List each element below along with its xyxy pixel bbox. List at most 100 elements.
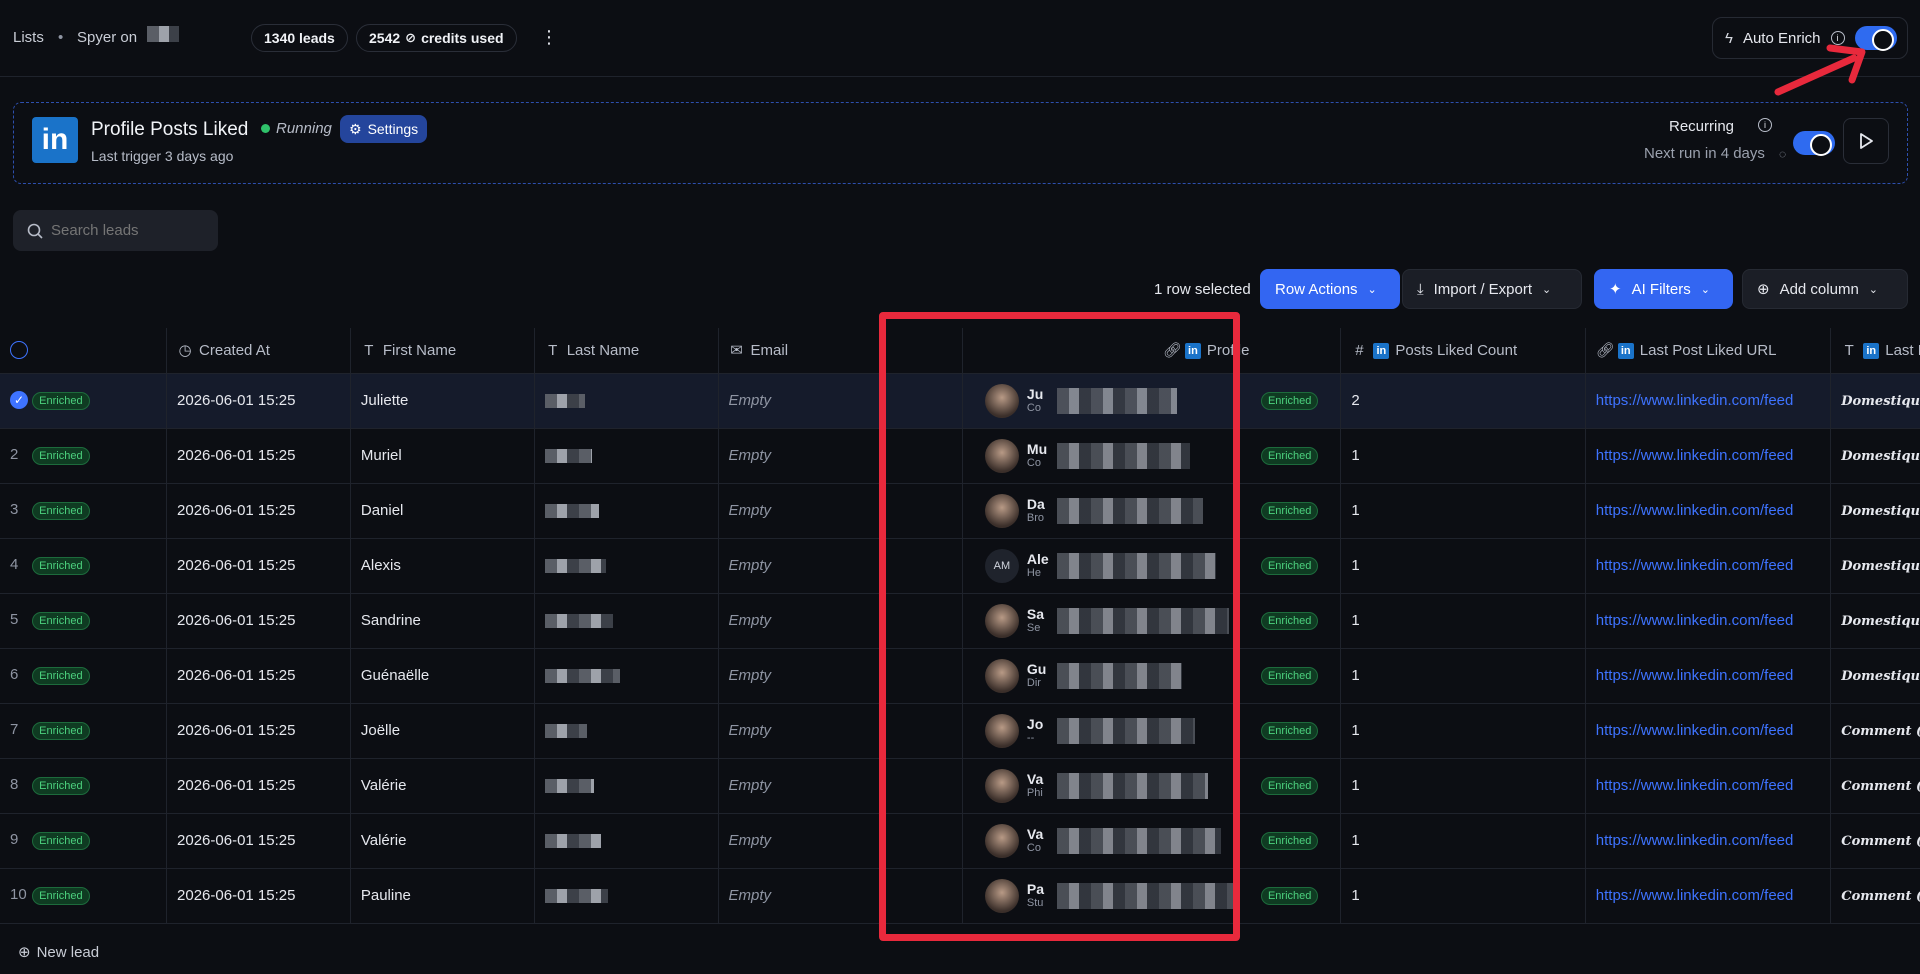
last-post-content-cell[interactable]: Comment (re) penser la...: [1830, 868, 1920, 924]
first-name-cell[interactable]: Sandrine: [350, 593, 535, 649]
last-name-cell[interactable]: [534, 593, 719, 649]
created-at-cell[interactable]: 2026-06-01 15:25: [166, 868, 351, 924]
last-name-cell[interactable]: [534, 373, 719, 429]
first-name-cell[interactable]: Guénaëlle: [350, 648, 535, 704]
import-export-button[interactable]: ⤓ Import / Export ⌄: [1402, 269, 1582, 309]
last-post-url-cell[interactable]: https://www.linkedin.com/feed: [1585, 483, 1832, 539]
col-last-name[interactable]: T Last Name: [534, 328, 719, 374]
last-post-url-cell[interactable]: https://www.linkedin.com/feed: [1585, 428, 1832, 484]
row-select-cell[interactable]: 5 Enriched: [0, 593, 168, 649]
search-box[interactable]: [13, 210, 218, 251]
last-name-cell[interactable]: [534, 538, 719, 594]
row-select-cell[interactable]: 10 Enriched: [0, 868, 168, 924]
posts-liked-count-cell[interactable]: 1: [1340, 428, 1586, 484]
post-link[interactable]: https://www.linkedin.com/feed: [1596, 557, 1794, 574]
last-post-content-cell[interactable]: Domestiquer ou subir l'Etat : le...: [1830, 648, 1920, 704]
first-name-cell[interactable]: Alexis: [350, 538, 535, 594]
post-link[interactable]: https://www.linkedin.com/feed: [1596, 722, 1794, 739]
row-select-cell[interactable]: 6 Enriched: [0, 648, 168, 704]
ai-filters-button[interactable]: ✦ AI Filters ⌄: [1594, 269, 1733, 309]
last-name-cell[interactable]: [534, 703, 719, 759]
last-post-content-cell[interactable]: Comment (re) penser la...: [1830, 758, 1920, 814]
last-post-url-cell[interactable]: https://www.linkedin.com/feed: [1585, 758, 1832, 814]
last-post-url-cell[interactable]: https://www.linkedin.com/feed: [1585, 538, 1832, 594]
last-post-url-cell[interactable]: https://www.linkedin.com/feed: [1585, 373, 1832, 429]
last-post-content-cell[interactable]: Domestiquer ou subir l'Etat : le...: [1830, 593, 1920, 649]
last-name-cell[interactable]: [534, 758, 719, 814]
created-at-cell[interactable]: 2026-06-01 15:25: [166, 648, 351, 704]
created-at-cell[interactable]: 2026-06-01 15:25: [166, 593, 351, 649]
recurring-toggle[interactable]: [1793, 131, 1835, 156]
row-select-cell[interactable]: 2 Enriched: [0, 428, 168, 484]
posts-liked-count-cell[interactable]: 1: [1340, 483, 1586, 539]
more-menu-icon[interactable]: ⋮: [540, 26, 558, 50]
last-post-url-cell[interactable]: https://www.linkedin.com/feed: [1585, 593, 1832, 649]
row-actions-button[interactable]: Row Actions ⌄: [1260, 269, 1400, 309]
first-name-cell[interactable]: Muriel: [350, 428, 535, 484]
posts-liked-count-cell[interactable]: 1: [1340, 868, 1586, 924]
last-post-content-cell[interactable]: Comment (re) penser la...: [1830, 813, 1920, 869]
last-post-url-cell[interactable]: https://www.linkedin.com/feed: [1585, 868, 1832, 924]
post-link[interactable]: https://www.linkedin.com/feed: [1596, 392, 1794, 409]
search-input[interactable]: [51, 222, 201, 239]
posts-liked-count-cell[interactable]: 1: [1340, 758, 1586, 814]
col-posts-liked[interactable]: # in Posts Liked Count: [1340, 328, 1586, 374]
posts-liked-count-cell[interactable]: 2: [1340, 373, 1586, 429]
post-link[interactable]: https://www.linkedin.com/feed: [1596, 447, 1794, 464]
col-last-url[interactable]: 🔗︎ in Last Post Liked URL: [1585, 328, 1832, 374]
col-created-at[interactable]: ◷ Created At: [166, 328, 351, 374]
breadcrumb-lists[interactable]: Lists: [13, 29, 44, 46]
last-post-url-cell[interactable]: https://www.linkedin.com/feed: [1585, 813, 1832, 869]
last-name-cell[interactable]: [534, 483, 719, 539]
last-post-url-cell[interactable]: https://www.linkedin.com/feed: [1585, 703, 1832, 759]
recurring-info-icon[interactable]: i: [1758, 118, 1772, 132]
posts-liked-count-cell[interactable]: 1: [1340, 593, 1586, 649]
row-select-cell[interactable]: ✓ Enriched: [0, 373, 168, 429]
last-post-content-cell[interactable]: Domestiquer ou subir l'Etat : le...: [1830, 538, 1920, 594]
posts-liked-count-cell[interactable]: 1: [1340, 703, 1586, 759]
first-name-cell[interactable]: Valérie: [350, 813, 535, 869]
posts-liked-count-cell[interactable]: 1: [1340, 538, 1586, 594]
created-at-cell[interactable]: 2026-06-01 15:25: [166, 428, 351, 484]
row-checkbox-checked[interactable]: ✓: [10, 391, 28, 410]
created-at-cell[interactable]: 2026-06-01 15:25: [166, 813, 351, 869]
row-select-cell[interactable]: 3 Enriched: [0, 483, 168, 539]
last-post-content-cell[interactable]: Domestiquer ou subir l'Etat : le...: [1830, 428, 1920, 484]
first-name-cell[interactable]: Daniel: [350, 483, 535, 539]
col-first-name[interactable]: T First Name: [350, 328, 535, 374]
last-post-url-cell[interactable]: https://www.linkedin.com/feed: [1585, 648, 1832, 704]
post-link[interactable]: https://www.linkedin.com/feed: [1596, 667, 1794, 684]
first-name-cell[interactable]: Joëlle: [350, 703, 535, 759]
post-link[interactable]: https://www.linkedin.com/feed: [1596, 612, 1794, 629]
settings-button[interactable]: ⚙ Settings: [340, 115, 428, 143]
last-post-content-cell[interactable]: Domestiquer ou subir l'Etat : le...: [1830, 483, 1920, 539]
col-last-content[interactable]: Tin Last Post Liked Content: [1830, 328, 1920, 374]
select-all-checkbox[interactable]: [10, 341, 28, 360]
last-name-cell[interactable]: [534, 428, 719, 484]
post-link[interactable]: https://www.linkedin.com/feed: [1596, 832, 1794, 849]
select-all-header[interactable]: [0, 328, 168, 374]
created-at-cell[interactable]: 2026-06-01 15:25: [166, 483, 351, 539]
posts-liked-count-cell[interactable]: 1: [1340, 813, 1586, 869]
created-at-cell[interactable]: 2026-06-01 15:25: [166, 373, 351, 429]
row-select-cell[interactable]: 8 Enriched: [0, 758, 168, 814]
row-select-cell[interactable]: 4 Enriched: [0, 538, 168, 594]
first-name-cell[interactable]: Valérie: [350, 758, 535, 814]
last-post-content-cell[interactable]: Domestiquer ou subir l'Etat : le...: [1830, 373, 1920, 429]
last-name-cell[interactable]: [534, 868, 719, 924]
post-link[interactable]: https://www.linkedin.com/feed: [1596, 502, 1794, 519]
created-at-cell[interactable]: 2026-06-01 15:25: [166, 538, 351, 594]
first-name-cell[interactable]: Juliette: [350, 373, 535, 429]
new-lead-button[interactable]: ⊕ New lead: [18, 943, 99, 962]
breadcrumb-workspace[interactable]: Spyer on: [77, 29, 137, 46]
post-link[interactable]: https://www.linkedin.com/feed: [1596, 777, 1794, 794]
created-at-cell[interactable]: 2026-06-01 15:25: [166, 758, 351, 814]
add-column-button[interactable]: ⊕ Add column ⌄: [1742, 269, 1908, 309]
first-name-cell[interactable]: Pauline: [350, 868, 535, 924]
row-select-cell[interactable]: 7 Enriched: [0, 703, 168, 759]
last-name-cell[interactable]: [534, 813, 719, 869]
post-link[interactable]: https://www.linkedin.com/feed: [1596, 887, 1794, 904]
play-button[interactable]: [1843, 118, 1889, 164]
row-select-cell[interactable]: 9 Enriched: [0, 813, 168, 869]
last-name-cell[interactable]: [534, 648, 719, 704]
